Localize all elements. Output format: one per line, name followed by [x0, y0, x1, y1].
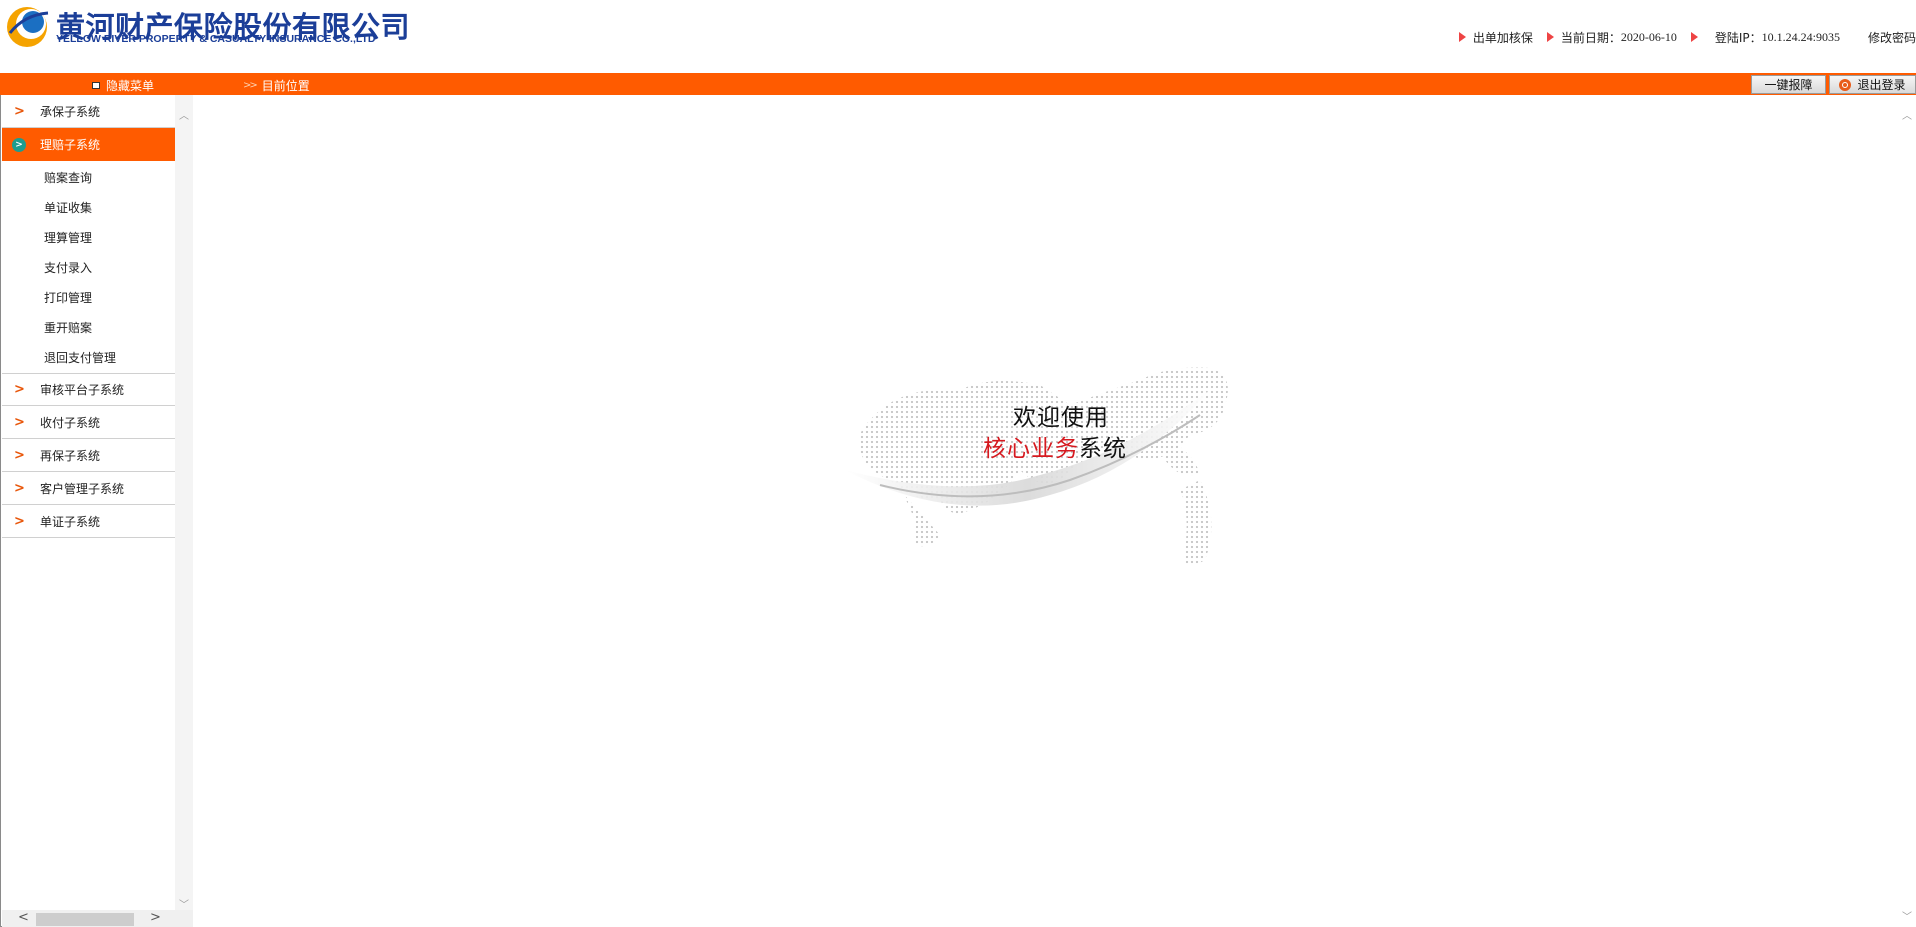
scroll-down-icon[interactable]: ﹀: [178, 896, 190, 911]
sub-item-document-collection[interactable]: 单证收集: [44, 199, 92, 216]
sidebar-item-customers[interactable]: > 客户管理子系统: [2, 472, 175, 505]
chevron-right-icon: >: [14, 480, 25, 496]
current-date: 当前日期： 2020-06-10: [1546, 29, 1677, 46]
chevron-right-circle-icon: >: [12, 137, 26, 152]
sub-item-adjustment[interactable]: 理算管理: [44, 229, 92, 246]
header: 黄河财产保险股份有限公司 YELLOW RIVER PROPERTY & CAS…: [0, 0, 1916, 73]
chevron-right-icon: >: [14, 103, 25, 119]
ip-value: 10.1.24.24:9035: [1761, 29, 1840, 44]
welcome-title: 欢迎使用: [1013, 405, 1109, 431]
hide-menu-button[interactable]: 隐藏菜单: [92, 77, 154, 94]
chevron-right-icon: >: [14, 447, 25, 463]
triangle-right-icon: [1458, 32, 1466, 42]
scroll-up-icon[interactable]: ︿: [1902, 107, 1912, 122]
scroll-down-icon[interactable]: ﹀: [1902, 908, 1912, 923]
sidebar-item-reinsurance[interactable]: > 再保子系统: [2, 439, 175, 472]
sidebar-item-label: 客户管理子系统: [40, 481, 125, 496]
welcome-rest: 系统: [1079, 436, 1127, 462]
sidebar-item-label: 再保子系统: [40, 448, 101, 463]
sidebar-item-audit[interactable]: > 审核平台子系统: [2, 373, 175, 406]
main-vertical-scrollbar[interactable]: ︿ ﹀: [1900, 95, 1916, 927]
sidebar-item-label: 单证子系统: [40, 514, 101, 529]
change-password-link[interactable]: 修改密码: [1868, 29, 1916, 46]
triangle-right-icon: [1690, 32, 1698, 42]
scroll-left-icon[interactable]: <: [18, 910, 29, 925]
header-info: 出单加核保 当前日期： 2020-06-10 登陆IP： 10.1.24.24:…: [1458, 28, 1916, 46]
collapse-icon: [92, 82, 100, 89]
scroll-right-icon[interactable]: >: [150, 910, 161, 925]
scroll-up-icon[interactable]: ︿: [178, 107, 190, 122]
sidebar-horizontal-scrollbar[interactable]: < >: [2, 910, 193, 927]
welcome-highlight: 核心业务: [983, 436, 1079, 462]
sidebar-item-label: 理赔子系统: [40, 138, 101, 152]
date-label: 当前日期：: [1560, 30, 1621, 45]
date-value: 2020-06-10: [1620, 29, 1677, 44]
sidebar-item-documents[interactable]: > 单证子系统: [2, 505, 175, 538]
chevron-right-icon: >: [14, 382, 25, 397]
ip-label: 登陆IP：: [1714, 30, 1762, 45]
sub-item-print[interactable]: 打印管理: [44, 289, 92, 306]
sub-item-claim-query[interactable]: 赔案查询: [44, 169, 92, 186]
sub-item-reopen-claim[interactable]: 重开赔案: [44, 319, 92, 336]
welcome-subtitle: 核心业务系统: [983, 429, 1127, 463]
scrollbar-thumb[interactable]: [36, 913, 134, 926]
sidebar-item-label: 收付子系统: [40, 415, 101, 430]
add-verify-link[interactable]: 出单加核保: [1458, 29, 1533, 46]
sidebar: > 承保子系统 > 理赔子系统 赔案查询 单证收集 理算管理 支付录入 打印管理…: [2, 95, 175, 927]
triangle-right-icon: [1546, 32, 1554, 42]
breadcrumb-label: 目前位置: [261, 79, 310, 93]
world-map-graphic: [845, 367, 1228, 566]
logout-button[interactable]: 退出登录: [1829, 75, 1916, 94]
sidebar-item-claims[interactable]: > 理赔子系统: [2, 128, 175, 161]
company-name-en: YELLOW RIVER PROPERTY & CASUALTY INSURAN…: [56, 33, 376, 45]
breadcrumb: >> 目前位置: [243, 77, 310, 94]
sidebar-vertical-scrollbar[interactable]: ︿ ﹀: [175, 95, 193, 911]
double-arrow-icon: >>: [243, 80, 258, 91]
login-ip: 登陆IP： 10.1.24.24:9035: [1690, 29, 1840, 46]
company-logo-icon: [7, 7, 49, 47]
top-toolbar: 隐藏菜单 >> 目前位置 一键报障 退出登录: [0, 73, 1916, 95]
logout-label: 退出登录: [1857, 78, 1906, 92]
sub-item-payment-entry[interactable]: 支付录入: [44, 259, 92, 276]
sidebar-item-label: 审核平台子系统: [40, 383, 125, 397]
sub-item-returned-payment[interactable]: 退回支付管理: [44, 349, 116, 366]
sidebar-item-label: 承保子系统: [40, 104, 101, 119]
add-verify-label: 出单加核保: [1472, 30, 1533, 45]
hide-menu-label: 隐藏菜单: [106, 79, 155, 93]
sidebar-item-underwriting[interactable]: > 承保子系统: [2, 95, 175, 128]
chevron-right-icon: >: [14, 414, 25, 430]
power-icon: [1839, 78, 1852, 91]
sidebar-item-payments[interactable]: > 收付子系统: [2, 406, 175, 439]
chevron-right-icon: >: [14, 513, 25, 529]
report-fault-button[interactable]: 一键报障: [1751, 75, 1826, 94]
